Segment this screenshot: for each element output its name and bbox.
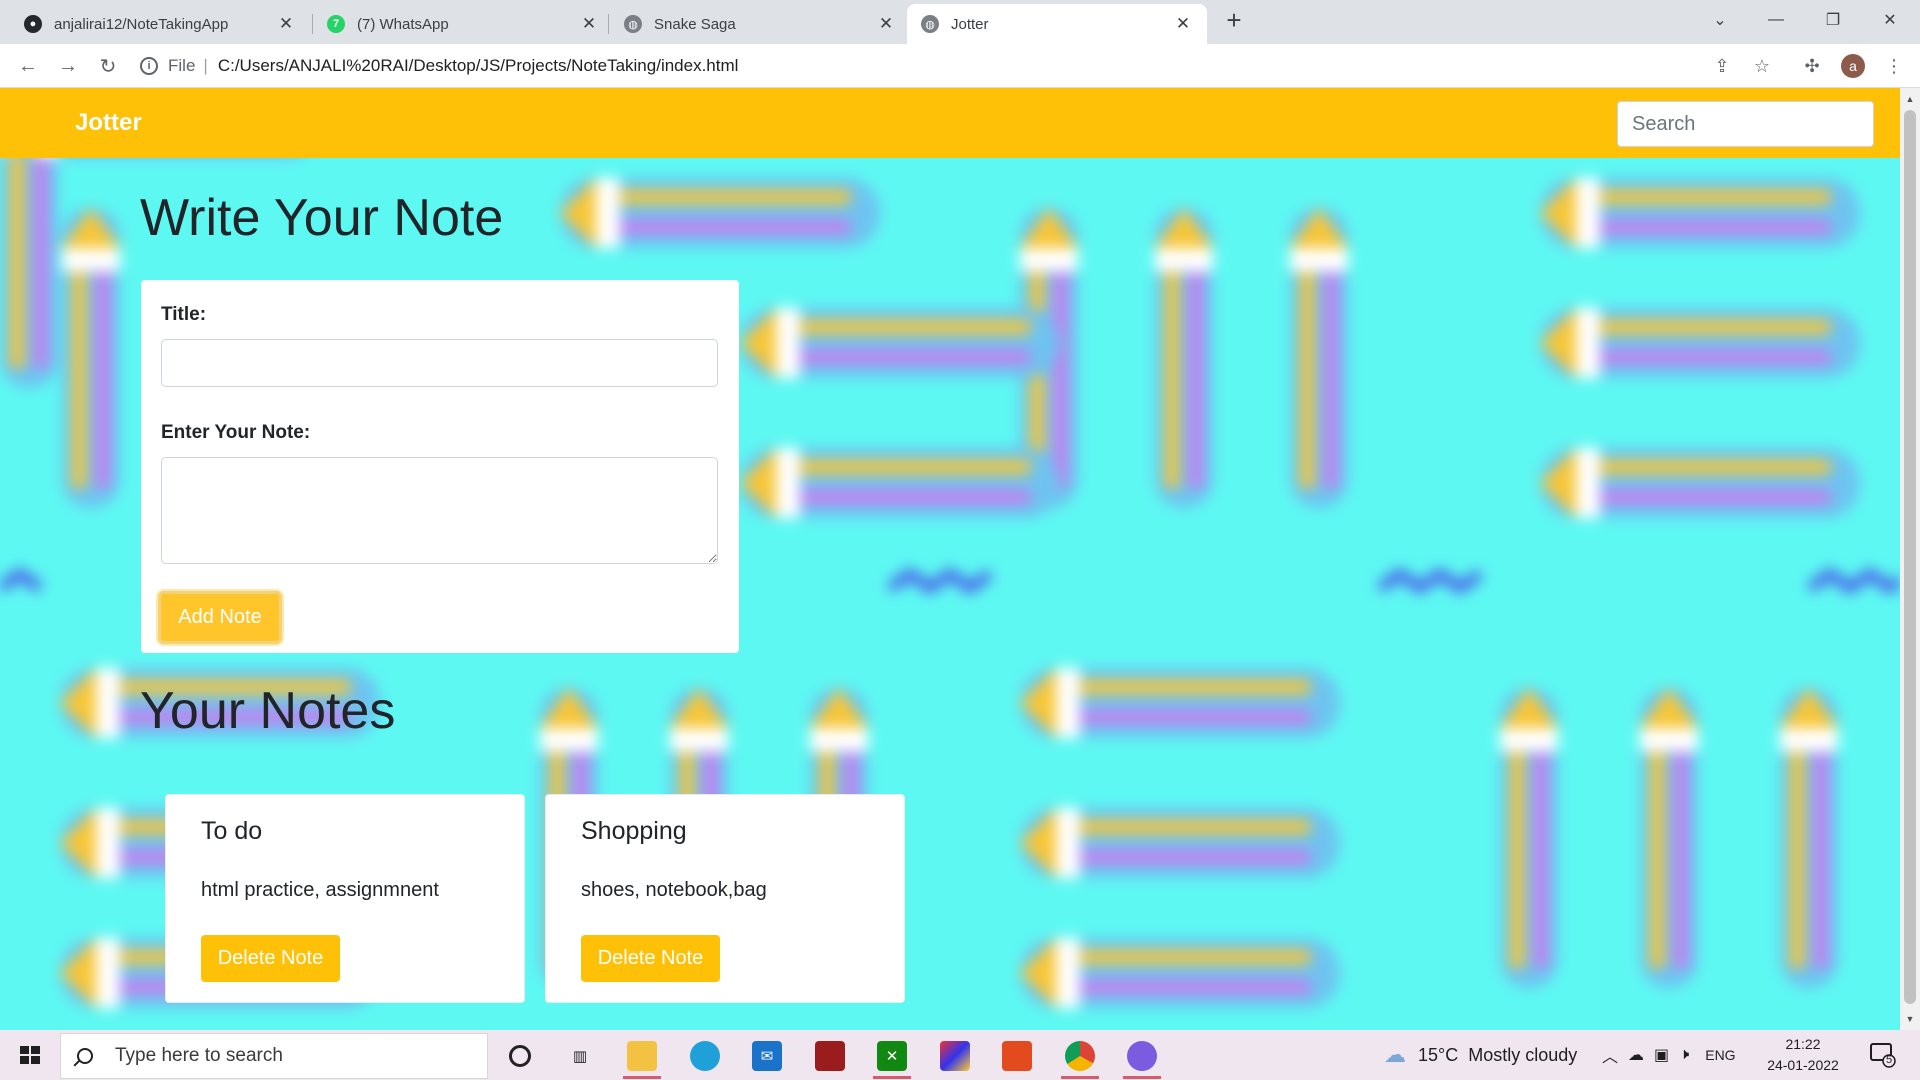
globe-icon: ◍: [921, 15, 939, 33]
chrome-icon[interactable]: [1055, 1033, 1105, 1079]
minimize-button[interactable]: —: [1748, 0, 1804, 40]
extensions-puzzle-icon[interactable]: ✣: [1800, 54, 1824, 78]
title-input[interactable]: [161, 339, 718, 387]
mail-icon[interactable]: ✉: [742, 1033, 792, 1079]
whatsapp-icon: 7: [327, 15, 345, 33]
restore-button[interactable]: ❐: [1805, 0, 1861, 40]
chevron-up-icon[interactable]: ︿: [1602, 1043, 1618, 1067]
tab-snake-saga[interactable]: ◍ Snake Saga ✕: [610, 4, 910, 44]
browser-toolbar: ← → ↻ i File | C:/Users/ANJALI%20RAI/Des…: [0, 44, 1920, 88]
note-textarea[interactable]: [161, 457, 718, 564]
title-label: Title:: [161, 304, 207, 325]
notification-count: 5: [1885, 1054, 1893, 1066]
tab-whatsapp[interactable]: 7 (7) WhatsApp ✕: [313, 4, 613, 44]
page-viewport: Jotter Write Your Note Title: Enter Your…: [0, 88, 1900, 1030]
weather-widget[interactable]: ☁ 15°C Mostly cloudy: [1384, 1030, 1577, 1080]
cortana-icon[interactable]: [495, 1033, 545, 1079]
paint3d-icon[interactable]: [930, 1033, 980, 1079]
back-arrow-icon[interactable]: ←: [14, 52, 42, 80]
scroll-down-arrow-icon[interactable]: ▼: [1905, 1014, 1915, 1024]
close-icon[interactable]: ✕: [579, 14, 599, 34]
github-icon: ●: [24, 15, 42, 33]
tab-search-chevron-icon[interactable]: ⌄: [1692, 0, 1748, 40]
scrollbar-thumb[interactable]: [1904, 110, 1916, 1004]
note-title: Shopping: [581, 817, 687, 845]
office-icon[interactable]: [992, 1033, 1042, 1079]
volume-muted-icon[interactable]: 🕨: [1679, 1046, 1689, 1064]
file-explorer-icon[interactable]: [617, 1033, 667, 1079]
site-navbar: Jotter: [0, 88, 1900, 158]
clock-date: 24-01-2022: [1767, 1057, 1839, 1073]
delete-note-button[interactable]: Delete Note: [581, 935, 720, 982]
task-view-icon[interactable]: ▥: [555, 1033, 605, 1079]
note-card: To do html practice, assignmnent Delete …: [165, 794, 525, 1003]
reload-icon[interactable]: ↻: [94, 52, 122, 80]
globe-icon: ◍: [624, 15, 642, 33]
network-icon[interactable]: ▣: [1654, 1045, 1669, 1065]
xbox-icon[interactable]: ✕: [867, 1033, 917, 1079]
add-note-button[interactable]: Add Note: [158, 591, 282, 644]
clock-time: 21:22: [1785, 1036, 1821, 1052]
your-notes-heading: Your Notes: [140, 682, 396, 740]
game-icon[interactable]: [805, 1033, 855, 1079]
note-text: shoes, notebook,bag: [581, 879, 767, 901]
weather-condition: Mostly cloudy: [1468, 1044, 1578, 1065]
close-icon[interactable]: ✕: [876, 14, 896, 34]
share-icon[interactable]: ⇪: [1710, 54, 1734, 78]
tab-github[interactable]: ● anjalirai12/NoteTakingApp ✕: [10, 4, 310, 44]
chrome-profile-icon[interactable]: [1117, 1033, 1167, 1079]
delete-note-button[interactable]: Delete Note: [201, 935, 340, 982]
note-form-card: Title: Enter Your Note: Add Note: [141, 280, 739, 653]
close-icon[interactable]: ✕: [276, 14, 296, 34]
browser-tab-strip: ● anjalirai12/NoteTakingApp ✕ 7 (7) What…: [0, 0, 1920, 44]
edge-icon[interactable]: [680, 1033, 730, 1079]
menu-kebab-icon[interactable]: ⋮: [1882, 54, 1906, 78]
cloud-sun-icon: ☁: [1384, 1042, 1406, 1067]
tab-title: (7) WhatsApp: [357, 15, 449, 33]
taskbar-search-placeholder: Type here to search: [115, 1045, 283, 1066]
brand-logo[interactable]: Jotter: [75, 109, 142, 137]
url-divider: |: [203, 56, 208, 75]
tab-divider: [608, 14, 609, 34]
tab-title: Jotter: [951, 15, 989, 33]
language-indicator[interactable]: ENG: [1705, 1047, 1735, 1063]
bookmark-star-icon[interactable]: ☆: [1750, 54, 1774, 78]
system-clock[interactable]: 21:22 24-01-2022: [1763, 1034, 1843, 1076]
url-scheme: File: [168, 56, 196, 75]
tray-icons: ︿ ☁ ▣ 🕨 ENG: [1602, 1030, 1736, 1080]
new-tab-button[interactable]: +: [1220, 6, 1248, 34]
notification-center-icon[interactable]: 5: [1870, 1042, 1896, 1068]
address-bar[interactable]: i File | C:/Users/ANJALI%20RAI/Desktop/J…: [140, 50, 1740, 82]
onedrive-cloud-icon[interactable]: ☁: [1628, 1045, 1644, 1065]
note-label: Enter Your Note:: [161, 422, 311, 443]
taskbar-search-box[interactable]: Type here to search: [60, 1033, 488, 1079]
forward-arrow-icon[interactable]: →: [54, 52, 82, 80]
weather-temp: 15°C: [1418, 1044, 1459, 1065]
profile-avatar[interactable]: a: [1841, 54, 1865, 78]
close-icon[interactable]: ✕: [1173, 14, 1193, 34]
note-text: html practice, assignmnent: [201, 879, 439, 901]
note-card: Shopping shoes, notebook,bag Delete Note: [545, 794, 905, 1003]
tab-title: Snake Saga: [654, 15, 736, 33]
windows-taskbar: Type here to search ▥ ✉ ✕ ☁ 15°C Mostly …: [0, 1030, 1920, 1080]
search-icon: [77, 1048, 93, 1064]
window-close-button[interactable]: ✕: [1862, 0, 1918, 40]
windows-start-icon[interactable]: [10, 1040, 50, 1070]
scroll-up-arrow-icon[interactable]: ▲: [1905, 94, 1915, 104]
write-note-heading: Write Your Note: [140, 189, 504, 247]
search-input[interactable]: [1617, 101, 1874, 147]
page-scrollbar[interactable]: ▲ ▼: [1900, 88, 1920, 1030]
note-title: To do: [201, 817, 263, 845]
tab-title: anjalirai12/NoteTakingApp: [54, 15, 229, 33]
tab-jotter[interactable]: ◍ Jotter ✕: [907, 4, 1207, 44]
info-icon[interactable]: i: [140, 57, 158, 75]
url-text[interactable]: C:/Users/ANJALI%20RAI/Desktop/JS/Project…: [218, 56, 739, 76]
